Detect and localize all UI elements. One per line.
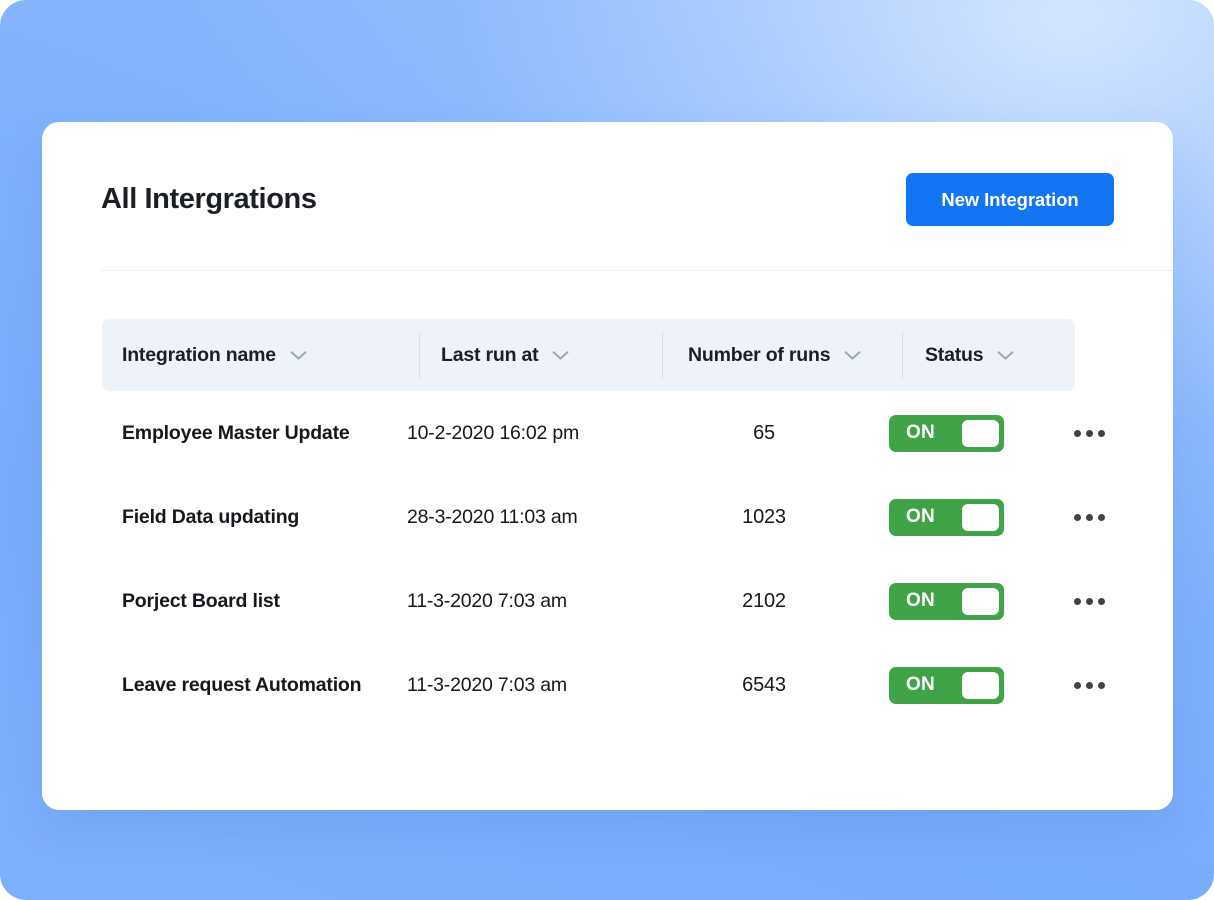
cell-last-run-at: 11-3-2020 7:03 am [407, 673, 567, 696]
cell-last-run-at: 28-3-2020 11:03 am [407, 505, 578, 528]
cell-status: ON [889, 498, 1057, 536]
chevron-down-icon[interactable] [290, 350, 307, 361]
column-header-last-run-at[interactable]: Last run at [419, 319, 662, 391]
cell-integration-name: Leave request Automation [122, 673, 362, 696]
status-toggle-knob [962, 419, 999, 447]
column-label: Last run at [441, 343, 539, 366]
cell-status: ON [889, 414, 1057, 452]
cell-status: ON [889, 582, 1057, 620]
status-toggle[interactable]: ON [889, 498, 1004, 536]
status-toggle-knob [962, 587, 999, 615]
more-horizontal-icon[interactable] [1072, 590, 1107, 613]
cell-actions [1057, 674, 1122, 697]
more-horizontal-icon[interactable] [1072, 422, 1107, 445]
column-label: Status [925, 343, 984, 366]
table-row: Field Data updating 28-3-2020 11:03 am 1… [102, 475, 1122, 559]
app-background: All Intergrations New Integration Integr… [0, 0, 1214, 900]
column-header-integration-name[interactable]: Integration name [102, 319, 419, 391]
cell-integration-name: Field Data updating [122, 505, 300, 528]
status-toggle-label: ON [906, 506, 935, 527]
cell-integration-name: Porject Board list [122, 589, 280, 612]
cell-number-of-runs: 2102 [742, 589, 786, 612]
header-divider [101, 270, 1173, 271]
column-header-number-of-runs[interactable]: Number of runs [662, 319, 902, 391]
cell-last-run-at: 10-2-2020 16:02 pm [407, 421, 580, 444]
column-label: Number of runs [688, 343, 831, 366]
cell-number-of-runs: 1023 [742, 505, 786, 528]
status-toggle-label: ON [906, 674, 935, 695]
status-toggle-label: ON [906, 590, 935, 611]
cell-integration-name: Employee Master Update [122, 421, 350, 444]
table-row: Porject Board list 11-3-2020 7:03 am 210… [102, 559, 1122, 643]
integrations-table: Integration name Last run at Number of r… [42, 319, 1173, 727]
table-header-row: Integration name Last run at Number of r… [102, 319, 1075, 391]
new-integration-button[interactable]: New Integration [906, 173, 1114, 226]
chevron-down-icon[interactable] [552, 350, 569, 361]
integrations-card: All Intergrations New Integration Integr… [42, 122, 1173, 810]
status-toggle-label: ON [906, 422, 935, 443]
chevron-down-icon[interactable] [844, 350, 861, 361]
cell-number-of-runs: 65 [753, 421, 775, 444]
status-toggle-knob [962, 503, 999, 531]
cell-actions [1057, 590, 1122, 613]
cell-actions [1057, 422, 1122, 445]
page-title: All Intergrations [101, 182, 317, 215]
table-row: Employee Master Update 10-2-2020 16:02 p… [102, 391, 1122, 475]
column-header-status[interactable]: Status [902, 319, 1075, 391]
status-toggle-knob [962, 671, 999, 699]
status-toggle[interactable]: ON [889, 666, 1004, 704]
cell-last-run-at: 11-3-2020 7:03 am [407, 589, 567, 612]
card-header: All Intergrations New Integration [42, 122, 1173, 271]
cell-number-of-runs: 6543 [742, 673, 786, 696]
table-body: Employee Master Update 10-2-2020 16:02 p… [102, 391, 1122, 727]
more-horizontal-icon[interactable] [1072, 506, 1107, 529]
table-row: Leave request Automation 11-3-2020 7:03 … [102, 643, 1122, 727]
more-horizontal-icon[interactable] [1072, 674, 1107, 697]
chevron-down-icon[interactable] [997, 350, 1014, 361]
cell-status: ON [889, 666, 1057, 704]
column-label: Integration name [122, 343, 276, 366]
cell-actions [1057, 506, 1122, 529]
status-toggle[interactable]: ON [889, 414, 1004, 452]
status-toggle[interactable]: ON [889, 582, 1004, 620]
